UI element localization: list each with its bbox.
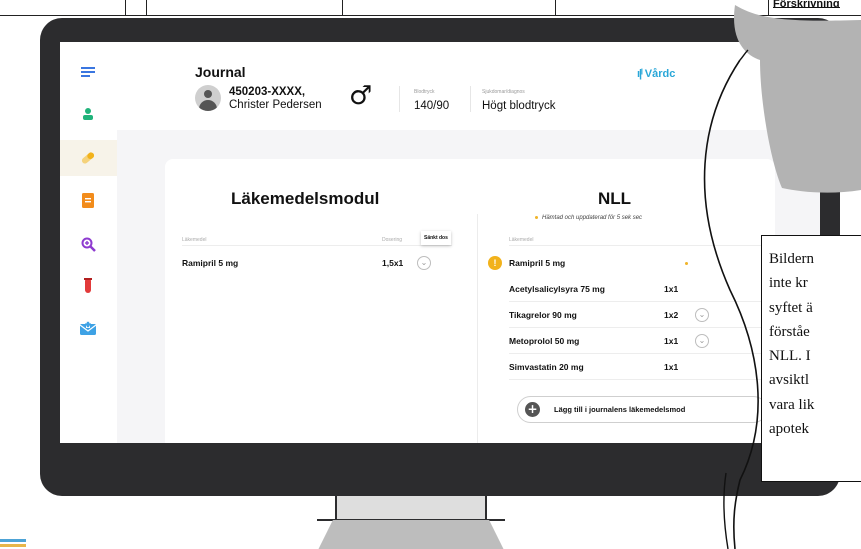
right-panel-title: NLL bbox=[598, 189, 632, 208]
monitor-neck bbox=[335, 496, 487, 520]
left-med-dose: 1,5x1 bbox=[382, 258, 404, 268]
document-icon[interactable] bbox=[76, 188, 100, 212]
male-icon: ♂ bbox=[349, 81, 373, 111]
avatar bbox=[195, 85, 221, 111]
menu-icon[interactable] bbox=[76, 60, 100, 84]
chevron-down-icon[interactable]: ⌄ bbox=[695, 308, 709, 322]
test-tube-icon[interactable] bbox=[76, 274, 100, 298]
nll-med-name: Tikagrelor 90 mg bbox=[509, 310, 577, 320]
brand-logo: ı|ˡ Vårdc bbox=[637, 68, 676, 80]
table-top-edge bbox=[0, 0, 861, 16]
nll-med-dose: 1x1 bbox=[664, 336, 679, 346]
monitor-frame: Journal 450203-XXXX, Christer Pedersen ♂… bbox=[40, 18, 840, 496]
divider bbox=[470, 86, 471, 112]
nll-med-name: Acetylsalicylsyra 75 mg bbox=[509, 284, 605, 294]
left-panel-title: Läkemedelsmodul bbox=[231, 189, 380, 208]
patient-name: Christer Pedersen bbox=[229, 99, 322, 111]
note-text: Bildern inte kr syftet ä förståe NLL. I … bbox=[769, 251, 815, 438]
diagnosis-label: Sjukdomar/diagnos bbox=[482, 89, 525, 95]
accent-line bbox=[0, 539, 26, 542]
reduced-dose-tooltip: Sänkt dos bbox=[421, 231, 451, 245]
app-screen: Journal 450203-XXXX, Christer Pedersen ♂… bbox=[60, 42, 820, 443]
top-fragment-text: Förskrivning bbox=[773, 0, 840, 8]
medication-card: Läkemedelsmodul Läkemedel Dosering Ramip… bbox=[165, 159, 775, 443]
pill-icon[interactable] bbox=[76, 146, 100, 170]
add-to-journal-button[interactable]: + Lägg till i journalens läkemedelsmod bbox=[517, 396, 767, 423]
nll-med-name: Metoprolol 50 mg bbox=[509, 336, 580, 346]
patient-icon[interactable] bbox=[76, 102, 100, 126]
medical-mail-icon[interactable] bbox=[76, 316, 100, 340]
divider bbox=[399, 86, 400, 112]
brand-mark-icon: ı|ˡ bbox=[637, 68, 643, 80]
page-title: Journal bbox=[195, 64, 246, 80]
accent-line bbox=[0, 544, 26, 547]
bp-label: Blodtryck bbox=[414, 89, 435, 95]
sidebar bbox=[60, 42, 117, 443]
nll-update-status: Hämtad och uppdaterad för 5 sek sec bbox=[535, 215, 642, 221]
bp-value: 140/90 bbox=[414, 100, 450, 112]
left-col-dose: Dosering bbox=[382, 237, 403, 243]
nll-med-name: Ramipril 5 mg bbox=[509, 258, 566, 268]
nll-med-dose: 1x1 bbox=[664, 284, 679, 294]
monitor-base bbox=[318, 520, 504, 549]
plus-icon: + bbox=[525, 402, 540, 417]
right-col-medication: Läkemedel bbox=[509, 237, 534, 243]
chevron-down-icon[interactable]: ⌄ bbox=[417, 256, 431, 270]
nll-med-name: Simvastatin 20 mg bbox=[509, 362, 584, 372]
nll-med-dose: 1x2 bbox=[664, 310, 679, 320]
nll-med-dose: 1x1 bbox=[664, 362, 679, 372]
patient-id: 450203-XXXX, bbox=[229, 86, 306, 98]
status-dot bbox=[685, 262, 688, 265]
patient-header: Journal 450203-XXXX, Christer Pedersen ♂… bbox=[117, 42, 820, 130]
diagnosis-value: Högt blodtryck bbox=[482, 100, 556, 112]
chevron-down-icon[interactable]: ⌄ bbox=[695, 334, 709, 348]
warning-icon[interactable]: ! bbox=[488, 256, 502, 270]
panel-divider bbox=[477, 214, 478, 443]
search-zoom-icon[interactable] bbox=[76, 232, 100, 256]
left-col-medication: Läkemedel bbox=[182, 237, 207, 243]
explanation-note: Bildern inte kr syftet ä förståe NLL. I … bbox=[761, 235, 861, 482]
left-med-name: Ramipril 5 mg bbox=[182, 258, 239, 268]
